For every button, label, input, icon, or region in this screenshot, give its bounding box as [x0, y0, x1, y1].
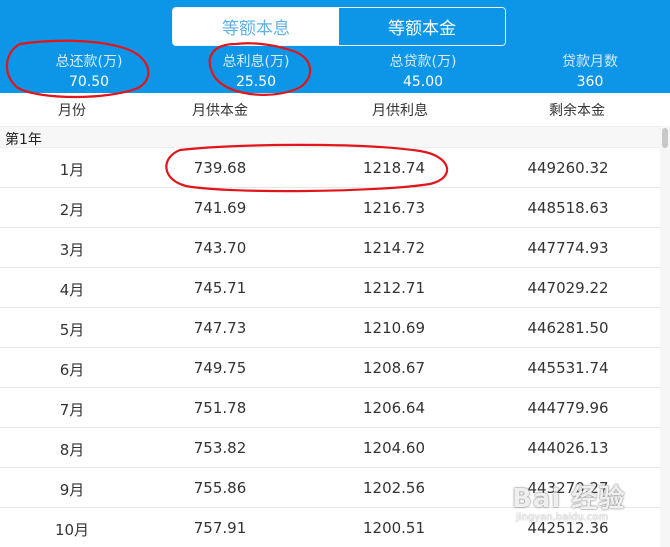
table-row: 3月 743.70 1214.72 447774.93 [0, 228, 660, 268]
interest-cell: 1206.64 [362, 399, 426, 417]
table-header: 月份 月供本金 月供利息 剩余本金 [0, 93, 670, 126]
month-cell: 2月 [59, 201, 85, 219]
principal-cell: 753.82 [193, 439, 247, 457]
month-cell: 9月 [59, 481, 85, 499]
interest-cell: 1208.67 [362, 359, 426, 377]
remaining-cell: 447029.22 [527, 279, 609, 297]
total-loan-value: 45.00 [402, 74, 444, 90]
principal-cell: 743.70 [193, 239, 247, 257]
loan-months-value: 360 [576, 74, 604, 90]
principal-cell: 741.69 [193, 199, 247, 217]
principal-cell: 755.86 [193, 479, 247, 497]
year-group-label: 第1年 [5, 132, 42, 148]
month-cell: 3月 [59, 241, 85, 259]
interest-cell: 1200.51 [362, 519, 426, 537]
month-cell: 7月 [59, 401, 85, 419]
summary-header: 等额本息 等额本金 总还款(万) 70.50 总利息(万) 25.50 总贷款(… [0, 0, 670, 93]
interest-cell: 1216.73 [362, 199, 426, 217]
month-cell: 8月 [59, 441, 85, 459]
principal-cell: 747.73 [193, 319, 247, 337]
repayment-method-toggle: 等额本息 等额本金 [172, 7, 506, 46]
month-cell: 6月 [59, 361, 85, 379]
baidu-watermark: Bai 经验 jingyan.baidu.com [512, 478, 662, 534]
remaining-cell: 444026.13 [527, 439, 609, 457]
month-cell: 5月 [59, 321, 85, 339]
table-row: 5月 747.73 1210.69 446281.50 [0, 308, 660, 348]
total-loan-label: 总贷款(万) [389, 54, 457, 70]
principal-cell: 751.78 [193, 399, 247, 417]
tab-equal-installment[interactable]: 等额本息 [173, 8, 339, 45]
remaining-cell: 446281.50 [527, 319, 609, 337]
watermark-logo-text: Bai 经验 [512, 484, 626, 514]
loan-months-summary: 贷款月数 360 [505, 52, 670, 92]
table-row: 8月 753.82 1204.60 444026.13 [0, 428, 660, 468]
total-repayment-summary: 总还款(万) 70.50 [4, 52, 174, 92]
year-group-header: 第1年 [0, 126, 660, 148]
table-row: 2月 741.69 1216.73 448518.63 [0, 188, 660, 228]
scrollbar-thumb[interactable] [662, 128, 668, 148]
remaining-cell: 445531.74 [527, 359, 609, 377]
remaining-cell: 448518.63 [527, 199, 609, 217]
interest-cell: 1210.69 [362, 319, 426, 337]
total-interest-value: 25.50 [235, 74, 277, 90]
interest-cell: 1202.56 [362, 479, 426, 497]
loan-months-label: 贷款月数 [562, 54, 618, 70]
total-repayment-label: 总还款(万) [55, 54, 123, 70]
table-row: 7月 751.78 1206.64 444779.96 [0, 388, 660, 428]
month-cell: 1月 [59, 161, 85, 179]
remaining-cell: 449260.32 [527, 159, 609, 177]
column-header-remaining: 剩余本金 [549, 103, 605, 119]
remaining-cell: 447774.93 [527, 239, 609, 257]
total-interest-summary: 总利息(万) 25.50 [171, 52, 341, 92]
total-repayment-value: 70.50 [68, 74, 110, 90]
column-header-interest: 月供利息 [372, 103, 428, 119]
watermark-url: jingyan.baidu.com [516, 512, 609, 523]
month-cell: 10月 [54, 521, 90, 539]
month-cell: 4月 [59, 281, 85, 299]
interest-cell: 1212.71 [362, 279, 426, 297]
column-header-month: 月份 [58, 103, 86, 119]
table-row: 6月 749.75 1208.67 445531.74 [0, 348, 660, 388]
total-interest-label: 总利息(万) [222, 54, 290, 70]
interest-cell: 1204.60 [362, 439, 426, 457]
table-row: 1月 739.68 1218.74 449260.32 [0, 148, 660, 188]
column-header-principal: 月供本金 [192, 103, 248, 119]
principal-cell: 739.68 [193, 159, 247, 177]
total-loan-summary: 总贷款(万) 45.00 [338, 52, 508, 92]
principal-cell: 749.75 [193, 359, 247, 377]
principal-cell: 757.91 [193, 519, 247, 537]
principal-cell: 745.71 [193, 279, 247, 297]
interest-cell: 1218.74 [362, 159, 426, 177]
tab-equal-principal[interactable]: 等额本金 [339, 8, 505, 45]
interest-cell: 1214.72 [362, 239, 426, 257]
remaining-cell: 444779.96 [527, 399, 609, 417]
table-row: 4月 745.71 1212.71 447029.22 [0, 268, 660, 308]
